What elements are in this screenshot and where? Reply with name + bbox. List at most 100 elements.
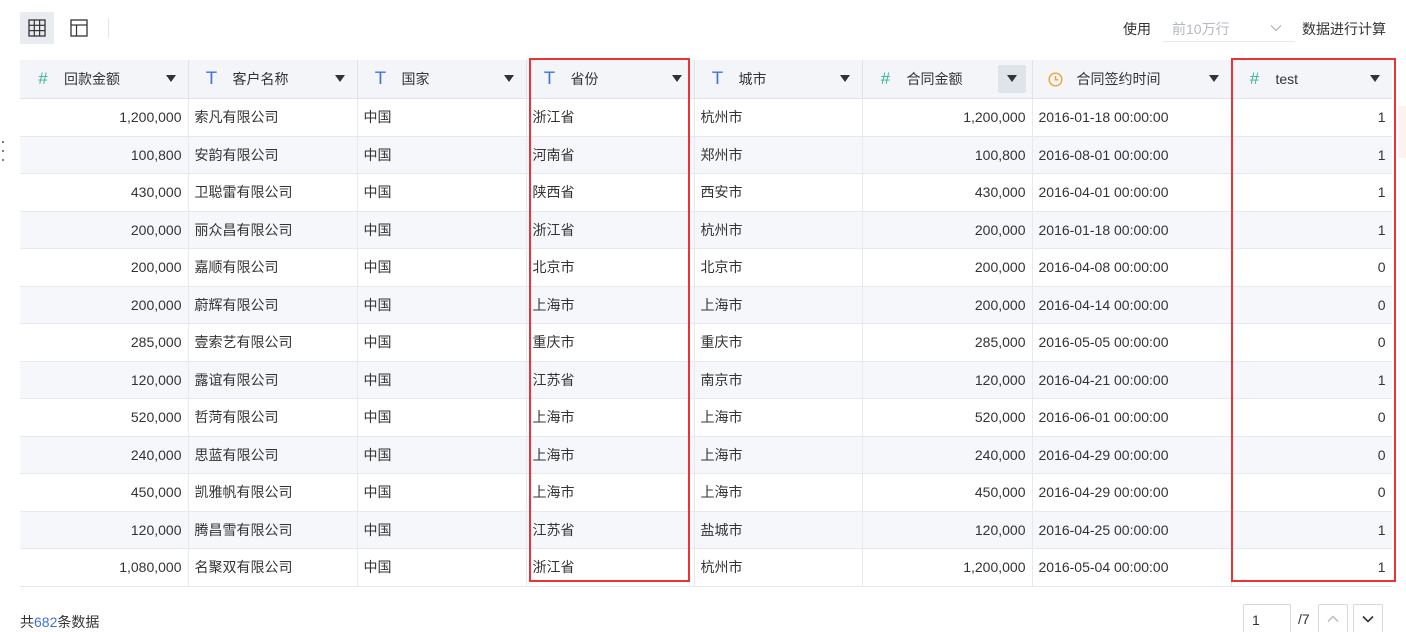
column-header-test[interactable]: # test [1231, 60, 1392, 99]
table-cell[interactable]: 上海市 [694, 473, 863, 512]
table-cell[interactable]: 100,800 [862, 136, 1033, 174]
table-cell[interactable]: 1 [1231, 548, 1392, 586]
table-cell[interactable]: 上海市 [694, 286, 863, 324]
table-cell[interactable]: 杭州市 [694, 211, 863, 249]
table-cell[interactable]: 2016-04-08 00:00:00 [1032, 248, 1232, 287]
table-cell[interactable]: 索凡有限公司 [188, 98, 358, 137]
table-cell[interactable]: 蔚辉有限公司 [188, 286, 358, 324]
table-cell[interactable]: 上海市 [526, 398, 695, 437]
table-cell[interactable]: 中国 [357, 436, 527, 474]
table-cell[interactable]: 杭州市 [694, 98, 863, 137]
table-cell[interactable]: 430,000 [20, 173, 189, 212]
table-cell[interactable]: 2016-04-25 00:00:00 [1032, 511, 1232, 549]
table-cell[interactable]: 安韵有限公司 [188, 136, 358, 174]
table-cell[interactable]: 重庆市 [526, 323, 695, 362]
sort-dropdown-icon[interactable] [165, 74, 176, 84]
table-cell[interactable]: 中国 [357, 248, 527, 287]
table-cell[interactable]: 1,080,000 [20, 548, 189, 586]
layout-view-button[interactable] [62, 12, 96, 44]
table-cell[interactable]: 上海市 [526, 473, 695, 512]
column-header-payback-amount[interactable]: # 回款金额 [20, 60, 189, 99]
table-cell[interactable]: 重庆市 [694, 323, 863, 362]
table-cell[interactable]: 2016-08-01 00:00:00 [1032, 136, 1232, 174]
table-cell[interactable]: 200,000 [20, 248, 189, 287]
table-cell[interactable]: 2016-05-04 00:00:00 [1032, 548, 1232, 586]
column-header-province[interactable]: T 省份 [526, 60, 695, 99]
table-cell[interactable]: 凯雅帆有限公司 [188, 473, 358, 512]
table-cell[interactable]: 120,000 [20, 361, 189, 399]
table-cell[interactable]: 盐城市 [694, 511, 863, 549]
table-cell[interactable]: 上海市 [694, 398, 863, 437]
table-cell[interactable]: 520,000 [862, 398, 1033, 437]
table-cell[interactable]: 200,000 [20, 286, 189, 324]
table-cell[interactable]: 0 [1231, 286, 1392, 324]
table-cell[interactable]: 河南省 [526, 136, 695, 174]
column-header-contract-date[interactable]: 合同签约时间 [1032, 60, 1232, 99]
table-cell[interactable]: 1 [1231, 98, 1392, 137]
table-cell[interactable]: 2016-04-29 00:00:00 [1032, 473, 1232, 512]
table-cell[interactable]: 中国 [357, 98, 527, 137]
page-number-input[interactable]: 1 [1243, 604, 1291, 632]
table-cell[interactable]: 丽众昌有限公司 [188, 211, 358, 249]
table-cell[interactable]: 2016-04-21 00:00:00 [1032, 361, 1232, 399]
table-cell[interactable]: 西安市 [694, 173, 863, 212]
sort-dropdown-icon[interactable] [1208, 74, 1219, 84]
sort-dropdown-icon[interactable] [671, 74, 682, 84]
table-cell[interactable]: 中国 [357, 286, 527, 324]
table-cell[interactable]: 285,000 [20, 323, 189, 362]
table-cell[interactable]: 杭州市 [694, 548, 863, 586]
column-header-country[interactable]: T 国家 [357, 60, 527, 99]
table-cell[interactable]: 2016-05-05 00:00:00 [1032, 323, 1232, 362]
table-cell[interactable]: 腾昌雪有限公司 [188, 511, 358, 549]
table-cell[interactable]: 450,000 [20, 473, 189, 512]
table-cell[interactable]: 200,000 [862, 286, 1033, 324]
table-cell[interactable]: 南京市 [694, 361, 863, 399]
table-cell[interactable]: 1,200,000 [862, 98, 1033, 137]
table-cell[interactable]: 240,000 [862, 436, 1033, 474]
table-cell[interactable]: 江苏省 [526, 511, 695, 549]
table-cell[interactable]: 江苏省 [526, 361, 695, 399]
table-cell[interactable]: 卫聪雷有限公司 [188, 173, 358, 212]
table-cell[interactable]: 0 [1231, 398, 1392, 437]
table-cell[interactable]: 中国 [357, 511, 527, 549]
table-cell[interactable]: 0 [1231, 323, 1392, 362]
sort-dropdown-icon[interactable] [997, 65, 1026, 93]
page-prev-button[interactable] [1318, 604, 1348, 632]
sort-dropdown-icon[interactable] [503, 74, 514, 84]
table-cell[interactable]: 1 [1231, 211, 1392, 249]
table-cell[interactable]: 中国 [357, 398, 527, 437]
table-cell[interactable]: 思蓝有限公司 [188, 436, 358, 474]
table-cell[interactable]: 名聚双有限公司 [188, 548, 358, 586]
table-cell[interactable]: 2016-01-18 00:00:00 [1032, 211, 1232, 249]
table-cell[interactable]: 1,200,000 [20, 98, 189, 137]
table-cell[interactable]: 中国 [357, 136, 527, 174]
table-cell[interactable]: 中国 [357, 548, 527, 586]
table-cell[interactable]: 200,000 [20, 211, 189, 249]
grid-view-button[interactable] [20, 12, 54, 44]
table-cell[interactable]: 0 [1231, 248, 1392, 287]
sort-dropdown-icon[interactable] [334, 74, 345, 84]
column-header-contract-amount[interactable]: # 合同金额 [862, 60, 1033, 99]
table-cell[interactable]: 0 [1231, 436, 1392, 474]
table-cell[interactable]: 北京市 [694, 248, 863, 287]
table-cell[interactable]: 陕西省 [526, 173, 695, 212]
table-cell[interactable]: 壹索艺有限公司 [188, 323, 358, 362]
page-next-button[interactable] [1353, 604, 1383, 632]
drag-handle-icon[interactable] [0, 141, 6, 161]
table-cell[interactable]: 1 [1231, 136, 1392, 174]
table-cell[interactable]: 郑州市 [694, 136, 863, 174]
table-cell[interactable]: 上海市 [694, 436, 863, 474]
table-cell[interactable]: 嘉顺有限公司 [188, 248, 358, 287]
table-cell[interactable]: 浙江省 [526, 98, 695, 137]
column-header-city[interactable]: T 城市 [694, 60, 863, 99]
table-cell[interactable]: 2016-04-01 00:00:00 [1032, 173, 1232, 212]
table-cell[interactable]: 285,000 [862, 323, 1033, 362]
table-cell[interactable]: 1,200,000 [862, 548, 1033, 586]
table-cell[interactable]: 浙江省 [526, 211, 695, 249]
table-cell[interactable]: 中国 [357, 211, 527, 249]
table-cell[interactable]: 100,800 [20, 136, 189, 174]
sort-dropdown-icon[interactable] [1369, 74, 1380, 84]
table-cell[interactable]: 上海市 [526, 436, 695, 474]
table-cell[interactable]: 中国 [357, 323, 527, 362]
table-cell[interactable]: 450,000 [862, 473, 1033, 512]
